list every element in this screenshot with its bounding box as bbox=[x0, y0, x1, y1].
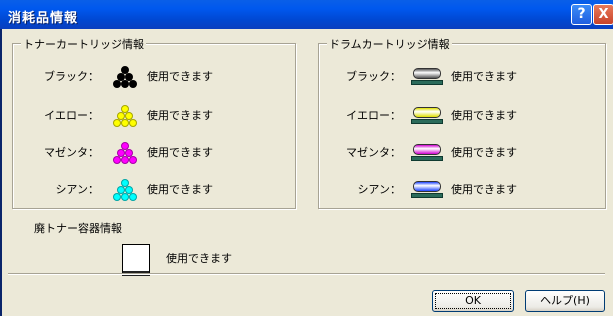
drum-status-magenta: 使用できます bbox=[451, 146, 517, 159]
toner-group: トナーカートリッジ情報 ブラック： 使用できます イエロー： 使用できます マゼ… bbox=[12, 36, 296, 209]
drum-row-cyan: シアン： 使用できます bbox=[323, 175, 517, 203]
drum-row-yellow: イエロー： 使用できます bbox=[323, 101, 517, 129]
drum-base bbox=[411, 119, 443, 124]
toner-dot bbox=[129, 80, 137, 88]
toner-dot bbox=[113, 156, 121, 164]
drum-status-yellow: 使用できます bbox=[451, 109, 517, 122]
toner-label-cyan: シアン： bbox=[55, 183, 99, 196]
drum-cylinder bbox=[413, 107, 441, 118]
toner-row-magenta: マゼンタ： 使用できます bbox=[21, 138, 213, 166]
toner-status-yellow: 使用できます bbox=[147, 109, 213, 122]
drum-row-black: ブラック： 使用できます bbox=[323, 62, 517, 90]
drum-base bbox=[411, 193, 443, 198]
toner-magenta-icon bbox=[109, 139, 139, 165]
close-button[interactable]: X bbox=[593, 4, 613, 25]
toner-status-black: 使用できます bbox=[147, 70, 213, 83]
consumables-dialog: 消耗品情報 ? X トナーカートリッジ情報 ブラック： 使用できます イエロー：… bbox=[0, 0, 613, 316]
drum-base bbox=[411, 80, 443, 85]
ok-button[interactable]: OK bbox=[432, 290, 514, 312]
toner-label-yellow: イエロー： bbox=[44, 109, 99, 122]
toner-dot bbox=[113, 193, 121, 201]
toner-dot bbox=[129, 193, 137, 201]
drum-label-cyan: シアン： bbox=[357, 183, 401, 196]
toner-status-magenta: 使用できます bbox=[147, 146, 213, 159]
dialog-body: トナーカートリッジ情報 ブラック： 使用できます イエロー： 使用できます マゼ… bbox=[0, 29, 613, 316]
toner-label-black: ブラック： bbox=[44, 70, 99, 83]
drum-cylinder bbox=[413, 144, 441, 155]
drum-label-yellow: イエロー： bbox=[346, 109, 401, 122]
drum-cylinder bbox=[413, 68, 441, 79]
toner-cyan-icon bbox=[109, 176, 139, 202]
toner-dot bbox=[129, 156, 137, 164]
toner-dot bbox=[113, 119, 121, 127]
toner-dot bbox=[121, 193, 129, 201]
drum-cyan-icon bbox=[411, 176, 443, 202]
toner-row-yellow: イエロー： 使用できます bbox=[21, 101, 213, 129]
drum-status-cyan: 使用できます bbox=[451, 183, 517, 196]
drum-row-magenta: マゼンタ： 使用できます bbox=[323, 138, 517, 166]
toner-dot bbox=[121, 80, 129, 88]
toner-dot bbox=[121, 119, 129, 127]
drum-black-icon bbox=[411, 63, 443, 89]
separator bbox=[8, 273, 605, 275]
toner-status-cyan: 使用できます bbox=[147, 183, 213, 196]
waste-title: 廃トナー容器情報 bbox=[34, 222, 122, 235]
drum-magenta-icon bbox=[411, 139, 443, 165]
drum-cylinder bbox=[413, 181, 441, 192]
toner-black-icon bbox=[109, 63, 139, 89]
toner-row-black: ブラック： 使用できます bbox=[21, 62, 213, 90]
help-title-button[interactable]: ? bbox=[571, 4, 592, 25]
help-button[interactable]: ヘルプ(H) bbox=[525, 290, 605, 312]
waste-status: 使用できます bbox=[166, 252, 232, 265]
toner-dot bbox=[121, 156, 129, 164]
toner-group-title: トナーカートリッジ情報 bbox=[21, 36, 146, 52]
drum-group-title: ドラムカートリッジ情報 bbox=[327, 36, 452, 52]
drum-status-black: 使用できます bbox=[451, 70, 517, 83]
drum-label-black: ブラック： bbox=[346, 70, 401, 83]
toner-row-cyan: シアン： 使用できます bbox=[21, 175, 213, 203]
drum-base bbox=[411, 156, 443, 161]
drum-label-magenta: マゼンタ： bbox=[346, 146, 401, 159]
toner-dot bbox=[129, 119, 137, 127]
title-bar[interactable]: 消耗品情報 ? X bbox=[0, 0, 613, 29]
toner-label-magenta: マゼンタ： bbox=[44, 146, 99, 159]
drum-yellow-icon bbox=[411, 102, 443, 128]
waste-container-icon bbox=[122, 244, 150, 276]
drum-group: ドラムカートリッジ情報 ブラック： 使用できます イエロー： 使用できます マゼ… bbox=[318, 36, 606, 209]
toner-dot bbox=[113, 80, 121, 88]
toner-yellow-icon bbox=[109, 102, 139, 128]
window-title: 消耗品情報 bbox=[8, 11, 79, 26]
